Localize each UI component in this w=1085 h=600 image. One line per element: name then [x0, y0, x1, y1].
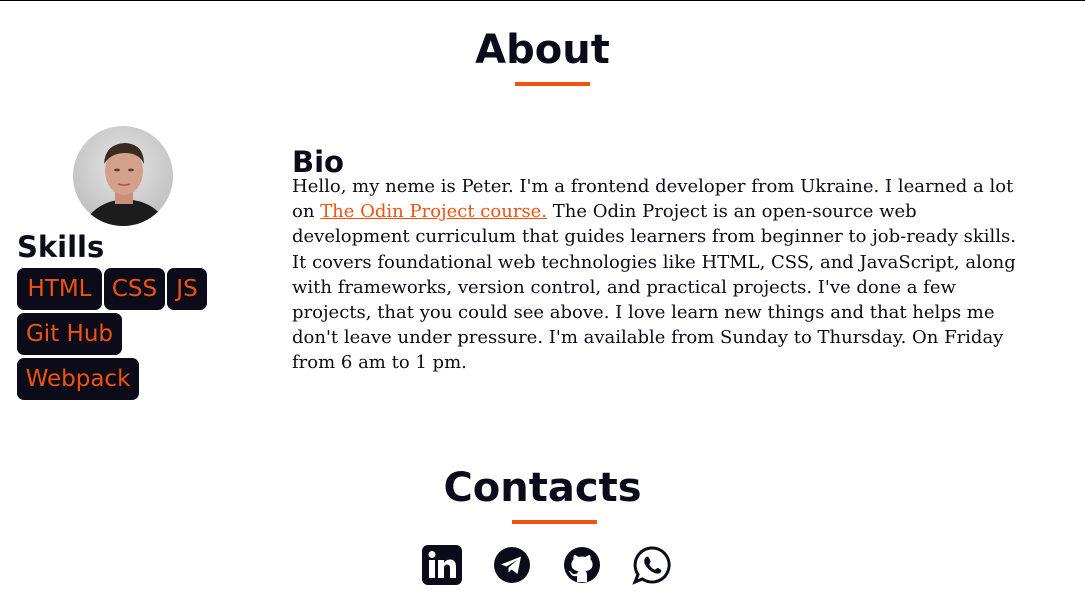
telegram-icon[interactable] [492, 545, 532, 585]
odin-project-link[interactable]: The Odin Project course. [320, 201, 547, 222]
page: About Skills HTML CSS JS Git Hub Webpack… [0, 0, 1085, 600]
bio-text: Hello, my neme is Peter. I'm a frontend … [292, 174, 1022, 376]
top-border [0, 0, 1085, 1]
avatar-image [73, 126, 173, 226]
contacts-title-underline [512, 520, 597, 524]
about-title-underline [515, 82, 590, 86]
linkedin-icon[interactable] [422, 545, 462, 585]
skill-badge-github: Git Hub [17, 313, 122, 355]
avatar [73, 126, 173, 226]
bio-text-part-2: The Odin Project is an open-source web d… [292, 201, 1017, 374]
whatsapp-icon[interactable] [632, 545, 672, 585]
skill-badge-js: JS [167, 268, 207, 310]
about-title: About [475, 27, 610, 73]
contacts-title: Contacts [443, 465, 642, 511]
skill-badge-webpack: Webpack [17, 358, 139, 400]
skill-badge-html: HTML [17, 268, 102, 310]
skill-badge-css: CSS [104, 268, 165, 310]
github-icon[interactable] [562, 545, 602, 585]
skills-heading: Skills [17, 230, 105, 264]
